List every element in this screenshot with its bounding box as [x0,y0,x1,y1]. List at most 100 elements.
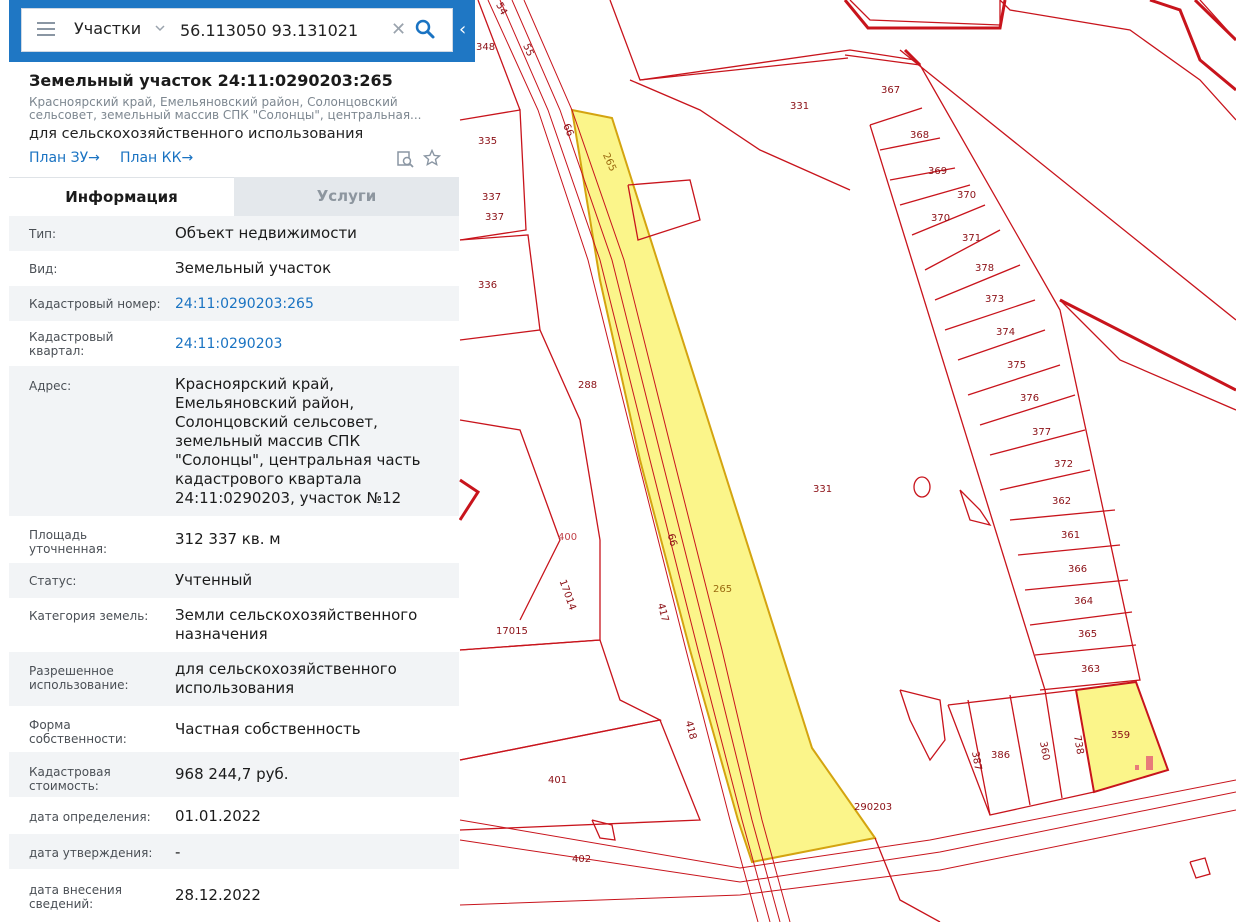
info-row-entry-date: дата внесения сведений: 28.12.2022 [9,869,459,922]
app-root: 348 54 55 66 335 337 337 336 288 400 170… [0,0,1236,922]
plan-zu-link[interactable]: План ЗУ→ [29,150,100,166]
plot-label-360: 360 [1037,741,1051,762]
row-label: Разрешенное использование: [29,664,129,692]
plot-label-288: 288 [578,380,597,391]
plot-label-348: 348 [476,42,495,53]
info-row-determination-date: дата определения: 01.01.2022 [9,797,459,834]
plot-label-370b: 370 [931,213,950,224]
row-value: 312 337 кв. м [175,530,281,548]
row-label: Адрес: [29,379,72,393]
row-label: дата определения: [29,810,151,824]
info-row-kind: Вид: Земельный участок [9,251,459,286]
plot-label-337a: 337 [482,192,501,203]
star-icon[interactable] [423,149,441,167]
plot-label-335: 335 [478,136,497,147]
building-marker-small [1135,765,1139,770]
plot-label-336: 336 [478,280,497,291]
cadastral-quarter-link[interactable]: 24:11:0290203 [175,335,455,354]
info-row-area: Площадь уточненная: 312 337 кв. м [9,516,459,563]
info-row-status: Статус: Учтенный [9,563,459,598]
info-row-type: Тип: Объект недвижимости [9,216,459,251]
plot-label-386: 386 [991,750,1010,761]
row-label: Статус: [29,574,77,588]
row-label: дата утверждения: [29,846,153,860]
row-label: Кадастровый квартал: [29,330,114,358]
close-icon[interactable]: ✕ [391,19,406,40]
row-value: для сельскохозяйственного использования [175,660,397,697]
info-row-address: Адрес: Красноярский край, Емельяновский … [9,366,459,516]
building-marker [1146,756,1153,770]
search-bar: Участки ✕ ‹ [9,0,475,62]
row-value: - [175,843,181,861]
plot-label-376: 376 [1020,393,1039,404]
row-value: Учтенный [175,571,253,589]
address-summary: Красноярский край, Емельяновский район, … [29,95,422,122]
row-label: Вид: [29,262,58,276]
plot-label-378: 378 [975,263,994,274]
plot-label-400: 400 [558,532,577,543]
row-label: Тип: [29,227,57,241]
plot-label-367: 367 [881,85,900,96]
plot-label-418: 418 [683,720,699,741]
info-row-ownership: Форма собственности: Частная собственнос… [9,706,459,752]
info-row-approval-date: дата утверждения: - [9,834,459,869]
plot-label-290203: 290203 [854,802,892,813]
plot-label-374: 374 [996,327,1015,338]
layer-select[interactable]: Участки [74,19,141,38]
plot-label-417: 417 [655,602,671,623]
plot-label-265-mid: 265 [713,584,732,595]
info-row-cadastral-quarter: Кадастровый квартал: 24:11:0290203 [9,321,459,366]
info-row-cadastral-number: Кадастровый номер: 24:11:0290203:265 [9,286,459,321]
chevron-left-icon[interactable]: ‹ [459,18,471,42]
info-row-cadastral-value: Кадастровая стоимость: 968 244,7 руб. [9,752,459,797]
row-value: 01.01.2022 [175,807,261,825]
plot-label-402: 402 [572,854,591,865]
tab-information[interactable]: Информация [9,177,234,216]
plan-kk-link[interactable]: План КК→ [120,150,193,166]
menu-icon[interactable] [37,22,55,38]
row-value: Земельный участок [175,259,332,277]
plot-label-373: 373 [985,294,1004,305]
plot-label-364: 364 [1074,596,1093,607]
cadastral-number-link[interactable]: 24:11:0290203:265 [175,295,455,314]
row-label: Форма собственности: [29,718,127,746]
plot-label-331-mid: 331 [813,484,832,495]
plot-label-387: 387 [969,751,983,772]
plot-label-331-top: 331 [790,101,809,112]
plot-label-369: 369 [928,166,947,177]
row-label: Категория земель: [29,609,149,623]
row-value: Земли сельскохозяйственного назначения [175,606,418,643]
plot-label-366: 366 [1068,564,1087,575]
plot-label-368: 368 [910,130,929,141]
row-label: Площадь уточненная: [29,528,108,556]
row-value: Частная собственность [175,720,361,738]
plot-label-372: 372 [1054,459,1073,470]
document-search-icon[interactable] [396,150,414,168]
plot-label-337b: 337 [485,212,504,223]
plot-label-377: 377 [1032,427,1051,438]
plot-label-359: 359 [1111,730,1130,741]
info-row-permitted-use: Разрешенное использование: для сельскохо… [9,652,459,706]
chevron-down-icon[interactable] [155,23,165,33]
plot-label-375: 375 [1007,360,1026,371]
search-box: Участки ✕ [21,8,453,52]
search-input[interactable] [180,17,395,43]
row-value: Объект недвижимости [175,224,357,242]
info-row-land-category: Категория земель: Земли сельскохозяйстве… [9,598,459,652]
row-label: дата внесения сведений: [29,883,122,911]
tab-bar: Информация Услуги [9,177,459,216]
plot-label-17014: 17014 [557,578,578,612]
search-icon[interactable] [414,18,436,40]
usage-summary: для сельскохозяйственного использования [29,126,364,142]
tab-services[interactable]: Услуги [234,177,459,216]
row-value: Красноярский край, Емельяновский район, … [175,375,421,507]
plot-label-363: 363 [1081,664,1100,675]
plot-label-55: 55 [520,42,535,58]
row-label: Кадастровая стоимость: [29,765,111,793]
plot-label-66-top: 66 [560,122,575,138]
plot-label-370a: 370 [957,190,976,201]
plot-label-738: 738 [1071,735,1085,756]
thick-boundary [458,0,1236,521]
plot-label-361: 361 [1061,530,1080,541]
page-title: Земельный участок 24:11:0290203:265 [29,71,393,90]
